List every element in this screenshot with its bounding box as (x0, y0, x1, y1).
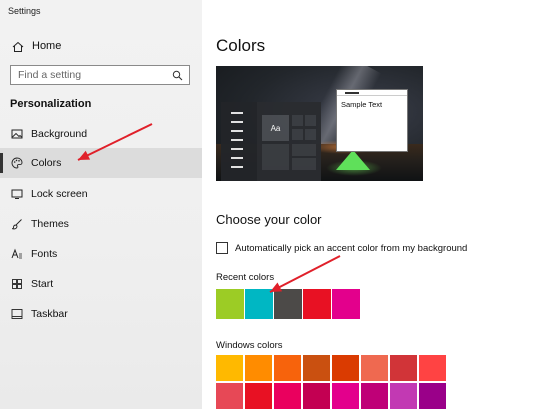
sidebar-item-colors[interactable]: Colors (0, 148, 202, 178)
nav-home-label: Home (32, 40, 62, 52)
preview-tile (262, 144, 289, 170)
sidebar-item-label: Taskbar (31, 308, 68, 320)
recent-color-swatch[interactable] (216, 289, 244, 319)
preview-tile (305, 129, 316, 140)
windows-color-swatch[interactable] (303, 355, 330, 381)
sidebar-item-lock-screen[interactable]: Lock screen (0, 179, 202, 209)
windows-colors (216, 355, 448, 409)
app-title: Settings (8, 6, 41, 16)
main-pane: Colors Aa Sample Text Choose your color … (202, 0, 550, 409)
preview-start-menu: Aa (221, 102, 321, 181)
preview-list-line (231, 130, 243, 132)
sidebar-item-label: Fonts (31, 248, 58, 260)
preview-tile (292, 144, 316, 156)
auto-accent-label[interactable]: Automatically pick an accent color from … (235, 243, 467, 254)
sidebar-item-themes[interactable]: Themes (0, 209, 202, 239)
recent-color-swatch[interactable] (303, 289, 331, 319)
windows-color-swatch[interactable] (390, 383, 417, 409)
windows-color-swatch[interactable] (274, 383, 301, 409)
preview-sample-text: Sample Text (341, 100, 383, 109)
taskbar-icon (11, 308, 23, 320)
theme-preview: Aa Sample Text (216, 66, 423, 181)
recent-color-swatch[interactable] (332, 289, 360, 319)
windows-color-swatch[interactable] (332, 383, 359, 409)
auto-accent-checkbox[interactable] (216, 242, 228, 254)
lock-screen-icon (11, 188, 23, 200)
page-title: Colors (216, 36, 266, 55)
search-icon[interactable] (172, 70, 183, 81)
preview-tent (336, 150, 370, 170)
preview-start-list (221, 102, 257, 181)
recent-colors-label: Recent colors (216, 272, 275, 283)
recent-colors (216, 289, 361, 319)
preview-sample-window: Sample Text (336, 89, 408, 152)
auto-accent-option[interactable]: Automatically pick an accent color from … (216, 242, 467, 254)
sidebar-item-fonts[interactable]: Fonts (0, 239, 202, 269)
picture-icon (11, 128, 23, 140)
preview-list-line (231, 148, 243, 150)
brush-icon (11, 218, 23, 230)
windows-color-swatch[interactable] (216, 383, 243, 409)
sidebar-item-label: Colors (31, 157, 62, 169)
windows-color-swatch[interactable] (390, 355, 417, 381)
windows-color-swatch[interactable] (245, 383, 272, 409)
preview-list-line (231, 157, 243, 159)
section-heading: Personalization (10, 98, 92, 110)
recent-color-swatch[interactable] (274, 289, 302, 319)
preview-tile (305, 115, 316, 126)
sidebar-item-background[interactable]: Background (0, 119, 202, 149)
preview-tile (292, 158, 316, 170)
windows-color-swatch[interactable] (332, 355, 359, 381)
palette-icon (11, 157, 23, 169)
preview-sample-titlebar (337, 90, 407, 96)
sidebar-item-label: Background (31, 128, 88, 140)
home-icon (12, 40, 24, 52)
windows-color-swatch[interactable] (361, 383, 388, 409)
recent-color-swatch[interactable] (245, 289, 273, 319)
sidebar-item-label: Themes (31, 218, 69, 230)
preview-list-line (231, 139, 243, 141)
font-icon (11, 248, 23, 260)
sidebar: Settings Home Personalization Background… (0, 0, 202, 409)
preview-list-line (231, 166, 243, 168)
windows-color-swatch[interactable] (419, 355, 446, 381)
windows-colors-row (216, 355, 448, 381)
preview-list-line (231, 112, 243, 114)
start-icon (11, 278, 23, 290)
sidebar-item-start[interactable]: Start (0, 269, 202, 299)
sidebar-item-label: Start (31, 278, 54, 290)
preview-list-line (231, 121, 243, 123)
windows-color-swatch[interactable] (216, 355, 243, 381)
windows-color-swatch[interactable] (245, 355, 272, 381)
preview-tile (292, 129, 303, 140)
windows-color-swatch[interactable] (303, 383, 330, 409)
sidebar-item-taskbar[interactable]: Taskbar (0, 299, 202, 329)
windows-colors-label: Windows colors (216, 340, 283, 351)
active-indicator (0, 153, 3, 173)
nav-home[interactable]: Home (0, 34, 202, 58)
preview-tile (292, 115, 303, 126)
choose-color-heading: Choose your color (216, 212, 322, 227)
windows-color-swatch[interactable] (361, 355, 388, 381)
sidebar-item-label: Lock screen (31, 188, 88, 200)
windows-color-swatch[interactable] (419, 383, 446, 409)
windows-color-swatch[interactable] (274, 355, 301, 381)
preview-tile-aa: Aa (262, 115, 289, 141)
search-box[interactable] (10, 65, 190, 85)
search-input[interactable] (18, 69, 168, 81)
windows-colors-row (216, 383, 448, 409)
